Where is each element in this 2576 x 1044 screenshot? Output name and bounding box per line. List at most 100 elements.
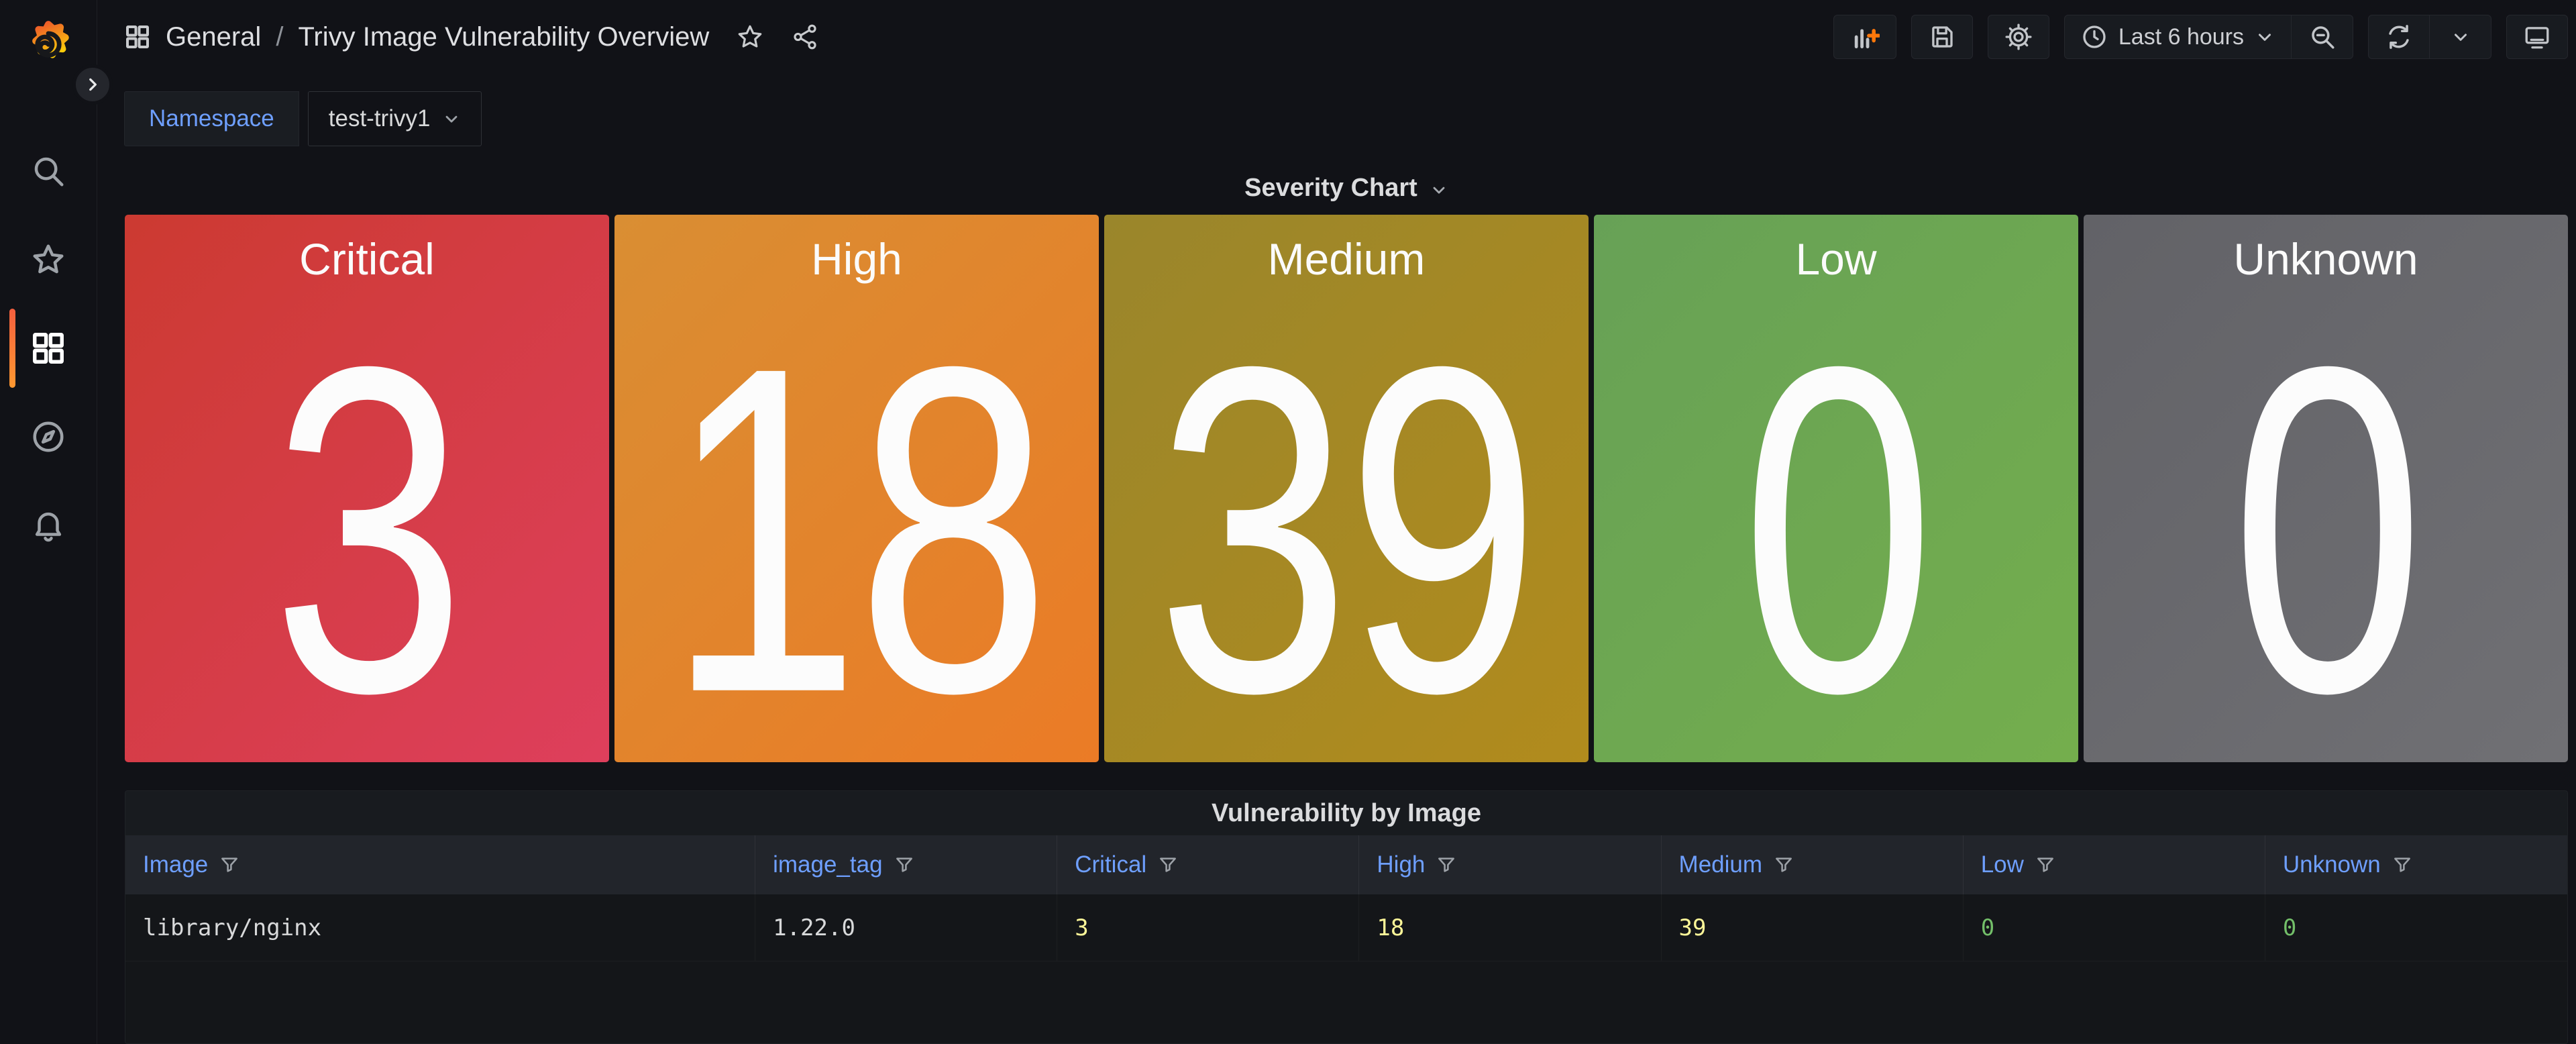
sidebar-item-starred[interactable]: [0, 242, 97, 278]
add-panel-icon: [1850, 22, 1880, 52]
share-icon[interactable]: [791, 23, 819, 51]
vulnerability-table-panel: Vulnerability by Image Image image_tag C…: [125, 790, 2568, 1044]
settings-gear-icon: [2004, 23, 2033, 51]
cell-low: 0: [1964, 894, 2265, 961]
zoom-out-icon: [2308, 23, 2337, 51]
variable-value: test-trivy1: [329, 105, 431, 132]
refresh-group: [2368, 15, 2491, 59]
stat-value: 18: [667, 299, 1046, 762]
column-label: Low: [1981, 851, 2024, 878]
star-icon: [30, 242, 66, 278]
main-area: General / Trivy Image Vulnerability Over…: [97, 0, 2576, 1044]
active-indicator: [9, 309, 15, 388]
stat-value: 39: [1157, 299, 1536, 762]
cell-image: library/nginx: [125, 894, 755, 961]
column-header-high[interactable]: High: [1359, 835, 1661, 894]
sidebar-nav: [0, 153, 97, 543]
column-label: Image: [143, 851, 208, 878]
chevron-down-icon: [2451, 27, 2471, 47]
save-icon: [1928, 23, 1956, 51]
stat-value: 3: [272, 299, 462, 762]
sidebar-item-explore[interactable]: [0, 419, 97, 455]
toolbar: Last 6 hours: [1833, 15, 2568, 59]
refresh-interval-button[interactable]: [2430, 15, 2491, 59]
cell-medium: 39: [1662, 894, 1964, 961]
table-body: library/nginx 1.22.0 3 18 39 0 0: [125, 894, 2567, 1043]
chevron-down-icon: [1430, 180, 1448, 199]
dashboard-settings-button[interactable]: [1988, 15, 2049, 59]
column-label: image_tag: [773, 851, 882, 878]
sidebar-expand-button[interactable]: [72, 64, 113, 105]
zoom-out-button[interactable]: [2292, 15, 2353, 59]
clock-icon: [2081, 23, 2108, 50]
refresh-button[interactable]: [2368, 15, 2430, 59]
stat-panel-high[interactable]: High 18: [614, 215, 1099, 762]
stat-panel-unknown[interactable]: Unknown 0: [2084, 215, 2568, 762]
table-row: library/nginx 1.22.0 3 18 39 0 0: [125, 894, 2567, 961]
column-label: High: [1377, 851, 1425, 878]
table-header-row: Image image_tag Critical High Medium: [125, 835, 2567, 894]
stat-value: 0: [1741, 299, 1931, 762]
apps-grid-icon: [124, 23, 151, 50]
filter-funnel-icon[interactable]: [1436, 854, 1457, 876]
breadcrumb: General / Trivy Image Vulnerability Over…: [124, 22, 819, 52]
sidebar-item-alerting[interactable]: [0, 507, 97, 543]
variable-label: Namespace: [124, 91, 299, 146]
variables-row: Namespace test-trivy1: [97, 91, 2576, 146]
cell-unknown: 0: [2265, 894, 2567, 961]
panel-title-bar[interactable]: Vulnerability by Image: [125, 791, 2567, 835]
breadcrumb-separator: /: [276, 22, 283, 52]
cell-image-tag: 1.22.0: [755, 894, 1057, 961]
chevron-down-icon: [2255, 27, 2275, 47]
save-dashboard-button[interactable]: [1911, 15, 1973, 59]
alerting-bell-icon: [30, 507, 66, 543]
column-header-unknown[interactable]: Unknown: [2265, 835, 2567, 894]
sidebar: [0, 0, 97, 1044]
chevron-right-icon: [84, 76, 101, 93]
panel-title: Vulnerability by Image: [1212, 799, 1481, 828]
cell-high: 18: [1359, 894, 1661, 961]
filter-funnel-icon[interactable]: [894, 854, 915, 876]
time-range-label: Last 6 hours: [2118, 24, 2244, 50]
tv-mode-button[interactable]: [2506, 15, 2568, 59]
top-nav: General / Trivy Image Vulnerability Over…: [97, 0, 2576, 74]
cell-critical: 3: [1057, 894, 1359, 961]
variable-value-dropdown[interactable]: test-trivy1: [308, 91, 482, 146]
filter-funnel-icon[interactable]: [2035, 854, 2056, 876]
star-icon[interactable]: [736, 23, 764, 51]
dashboard: Severity Chart Critical 3 High 18 Medium…: [97, 146, 2576, 1044]
tv-mode-icon: [2523, 23, 2551, 51]
filter-funnel-icon[interactable]: [2392, 854, 2413, 876]
column-header-critical[interactable]: Critical: [1057, 835, 1359, 894]
column-header-image[interactable]: Image: [125, 835, 755, 894]
filter-funnel-icon[interactable]: [1773, 854, 1794, 876]
column-label: Medium: [1679, 851, 1762, 878]
filter-funnel-icon[interactable]: [1157, 854, 1179, 876]
row-title: Severity Chart: [1244, 174, 1417, 203]
column-label: Unknown: [2283, 851, 2381, 878]
dashboard-title[interactable]: Trivy Image Vulnerability Overview: [298, 22, 709, 52]
sidebar-item-search[interactable]: [0, 153, 97, 189]
chevron-down-icon: [442, 109, 461, 128]
column-header-medium[interactable]: Medium: [1662, 835, 1964, 894]
stat-panel-low[interactable]: Low 0: [1594, 215, 2078, 762]
column-header-low[interactable]: Low: [1964, 835, 2265, 894]
search-icon: [30, 153, 66, 189]
row-header-severity-chart[interactable]: Severity Chart: [125, 169, 2568, 207]
explore-compass-icon: [30, 419, 66, 455]
stat-value: 0: [2231, 299, 2420, 762]
stat-panel-medium[interactable]: Medium 39: [1104, 215, 1589, 762]
column-label: Critical: [1075, 851, 1146, 878]
time-range-group: Last 6 hours: [2064, 15, 2353, 59]
grafana-logo[interactable]: [21, 17, 76, 72]
stat-panel-critical[interactable]: Critical 3: [125, 215, 609, 762]
add-panel-button[interactable]: [1833, 15, 1896, 59]
time-range-picker[interactable]: Last 6 hours: [2064, 15, 2292, 59]
breadcrumb-section[interactable]: General: [166, 22, 261, 52]
refresh-icon: [2385, 23, 2413, 51]
sidebar-item-dashboards[interactable]: [0, 330, 97, 366]
severity-stats-row: Critical 3 High 18 Medium 39 Low 0 Unkno…: [125, 215, 2568, 762]
filter-funnel-icon[interactable]: [219, 854, 240, 876]
dashboards-grid-icon: [30, 330, 66, 366]
column-header-image-tag[interactable]: image_tag: [755, 835, 1057, 894]
